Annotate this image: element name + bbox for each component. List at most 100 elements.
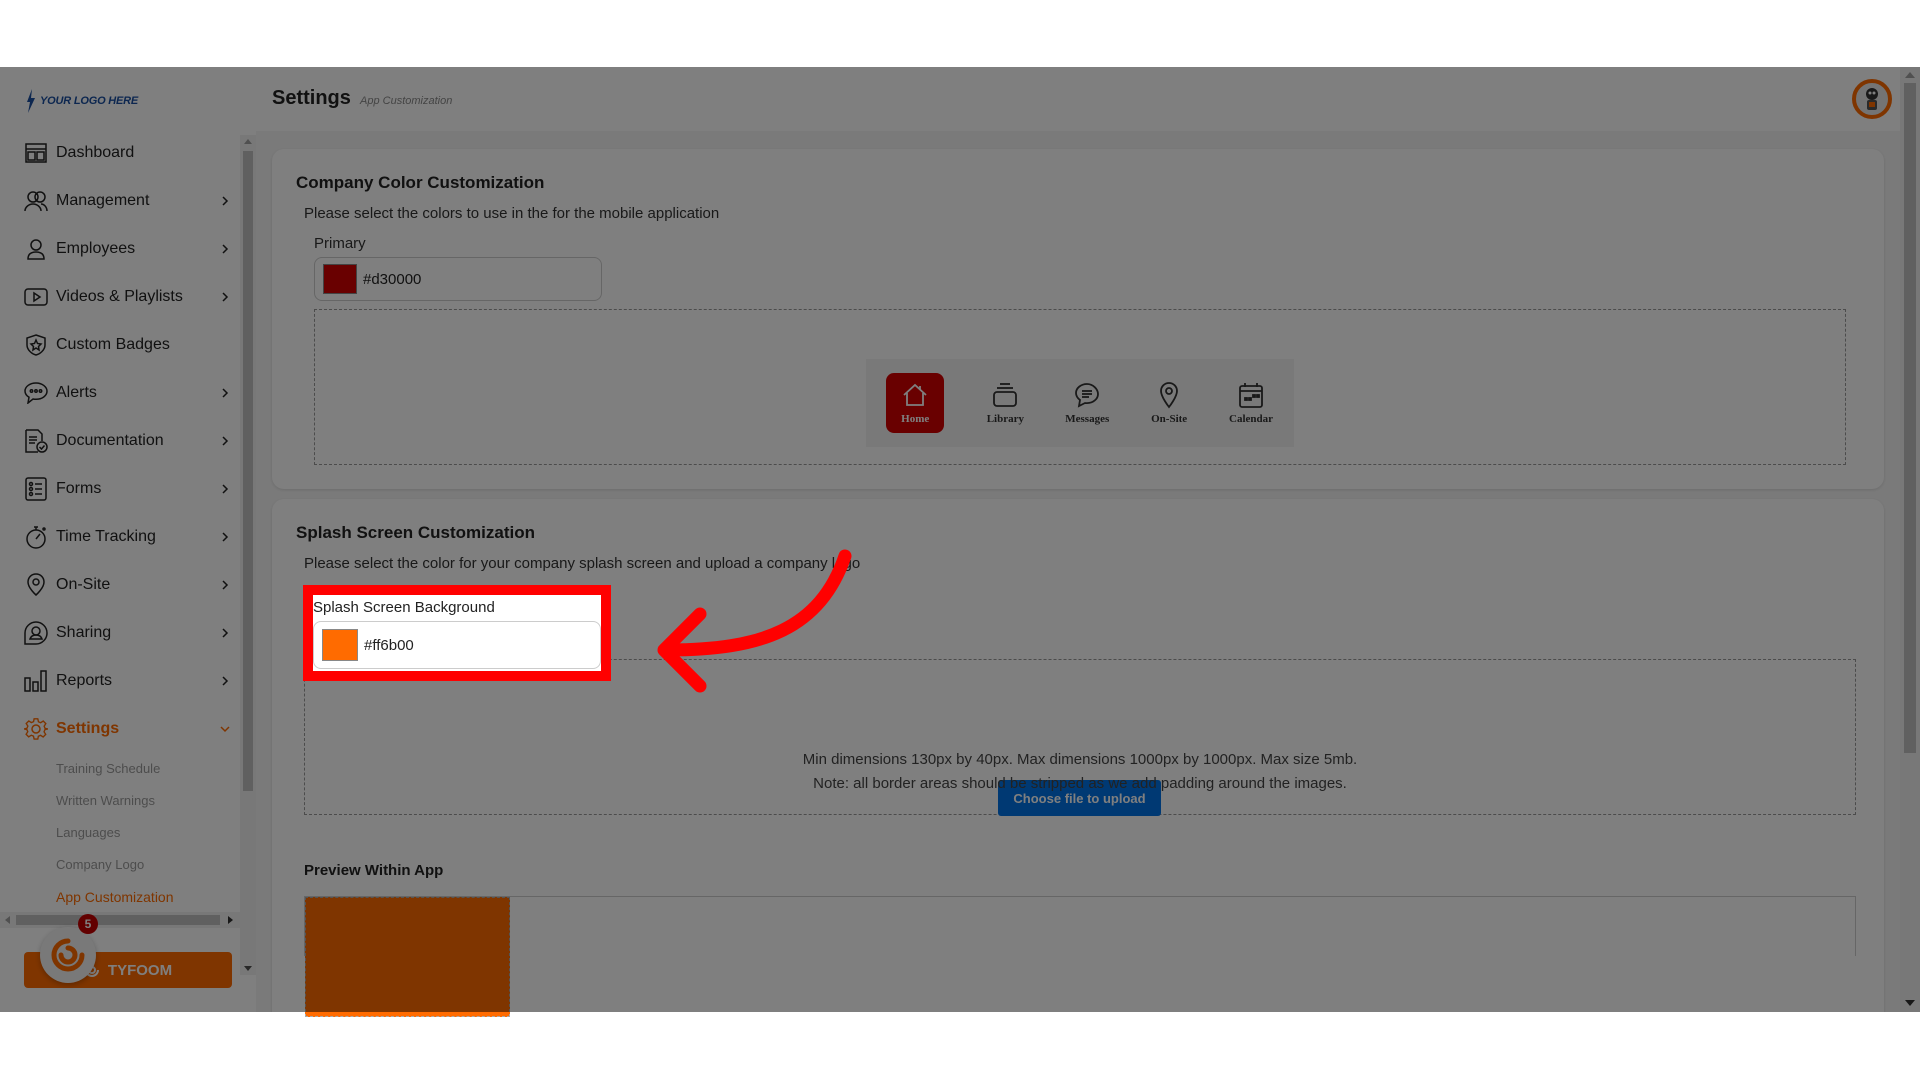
splash-preview [305,897,510,1017]
scroll-left-arrow-icon[interactable] [5,916,10,924]
tyfoom-button-label: TYFOOM [107,961,173,979]
sidebar-item-label: Documentation [56,432,164,449]
primary-color-value: #d30000 [363,270,422,288]
preview-title: Preview Within App [304,862,444,879]
user-icon [24,237,48,261]
chevron-right-icon [222,436,229,446]
splash-preview-frame [304,896,1856,956]
sidebar-item-label: Dashboard [56,144,135,161]
breadcrumb: App Customization [360,95,453,107]
page-title: Settings [272,87,351,109]
submenu-item-written-warnings[interactable]: Written Warnings [56,785,240,817]
sidebar-item-label: Forms [56,480,102,497]
mobile-tabbar-preview: Home Library Messages On-Site Calendar [866,359,1294,447]
notification-badge: 5 [78,914,98,934]
scroll-down-arrow-icon[interactable] [244,966,252,971]
sidebar-item-time-tracking[interactable]: Time Tracking [0,513,240,561]
splash-background-swatch[interactable] [322,629,358,661]
avatar[interactable] [1852,79,1892,119]
section-title: Company Color Customization [296,173,545,192]
main-content: Company Color Customization Please selec… [256,131,1900,1012]
preview-tab-on-site: On-Site [1130,373,1208,433]
library-icon [993,383,1018,407]
preview-tab-calendar: Calendar [1212,373,1290,433]
splash-background-input[interactable]: #ff6b00 [313,621,601,669]
stopwatch-icon [24,525,48,549]
submenu-item-languages[interactable]: Languages [56,817,240,849]
bar-chart-icon [24,669,48,693]
app-window: YOUR LOGO HERE Dashboard Management Empl… [0,67,1920,1012]
sidebar-horizontal-scrollbar[interactable] [0,912,256,928]
primary-color-label: Primary [314,235,366,252]
chevron-right-icon [222,628,229,638]
preview-tab-library: Library [966,373,1044,433]
sidebar-item-label: Time Tracking [56,528,156,545]
sidebar-item-forms[interactable]: Forms [0,465,240,513]
sidebar-item-label: Employees [56,240,136,257]
chevron-right-icon [222,292,229,302]
company-color-card: Company Color Customization Please selec… [272,149,1884,489]
submenu-item-app-customization[interactable]: App Customization [56,881,240,913]
scrollbar-thumb[interactable] [16,915,220,925]
scroll-down-arrow-icon[interactable] [1905,1000,1915,1006]
video-icon [24,285,48,309]
preview-tab-label: Calendar [1229,413,1274,425]
splash-background-label: Splash Screen Background [313,599,495,616]
sidebar-item-on-site[interactable]: On-Site [0,561,240,609]
sidebar: YOUR LOGO HERE Dashboard Management Empl… [0,67,256,1012]
sidebar-vertical-scrollbar[interactable] [240,135,256,975]
chat-bubble-icon [24,381,48,405]
submenu-item-company-logo[interactable]: Company Logo [56,849,240,881]
sidebar-item-employees[interactable]: Employees [0,225,240,273]
scroll-up-arrow-icon[interactable] [1905,72,1915,78]
scrollbar-thumb[interactable] [243,151,253,791]
chevron-right-icon [222,580,229,590]
submenu-item-training-schedule[interactable]: Training Schedule [56,753,240,785]
section-description: Please select the colors to use in the f… [304,205,720,222]
scroll-up-arrow-icon[interactable] [244,139,252,144]
dashboard-icon [24,141,48,165]
sidebar-item-videos-playlists[interactable]: Videos & Playlists [0,273,240,321]
tyfoom-swirl-icon [51,938,85,972]
preview-tab-label: Messages [1065,413,1110,425]
sidebar-item-label: Videos & Playlists [56,288,183,305]
users-icon [24,189,48,213]
sidebar-item-label: Alerts [56,384,97,401]
primary-color-input[interactable]: #d30000 [314,257,602,301]
home-icon [903,383,927,406]
splash-background-value: #ff6b00 [364,636,414,654]
scrollbar-thumb[interactable] [1904,83,1916,753]
tyfoom-chat-launcher[interactable] [40,927,96,983]
badge-icon [24,333,48,357]
preview-tab-home: Home [886,373,945,433]
chevron-right-icon [222,484,229,494]
sidebar-item-settings[interactable]: Settings [0,705,240,753]
sidebar-item-label: Custom Badges [56,336,170,353]
primary-color-swatch[interactable] [323,264,357,294]
preview-tab-label: On-Site [1151,413,1188,425]
logo-bolt-icon [27,89,35,113]
share-user-icon [24,621,48,645]
preview-tab-messages: Messages [1048,373,1126,433]
sidebar-item-documentation[interactable]: Documentation [0,417,240,465]
sidebar-item-label: Management [56,192,150,209]
sidebar-item-management[interactable]: Management [0,177,240,225]
sidebar-item-dashboard[interactable]: Dashboard [0,129,240,177]
map-pin-icon [1160,382,1179,409]
sidebar-item-sharing[interactable]: Sharing [0,609,240,657]
user-avatar-icon [1866,88,1878,110]
section-title: Splash Screen Customization [296,523,535,542]
list-icon [24,477,48,501]
sidebar-item-reports[interactable]: Reports [0,657,240,705]
chevron-right-icon [222,196,229,206]
chevron-right-icon [222,388,229,398]
scroll-right-arrow-icon[interactable] [228,916,233,924]
company-logo[interactable]: YOUR LOGO HERE [26,89,138,113]
section-description: Please select the color for your company… [304,555,861,572]
sidebar-item-custom-badges[interactable]: Custom Badges [0,321,240,369]
sidebar-item-alerts[interactable]: Alerts [0,369,240,417]
highlight-box: Splash Screen Background #ff6b00 [303,585,611,681]
chevron-down-icon [220,726,230,733]
main-vertical-scrollbar[interactable] [1900,67,1920,1012]
sidebar-item-label: Settings [56,720,120,737]
